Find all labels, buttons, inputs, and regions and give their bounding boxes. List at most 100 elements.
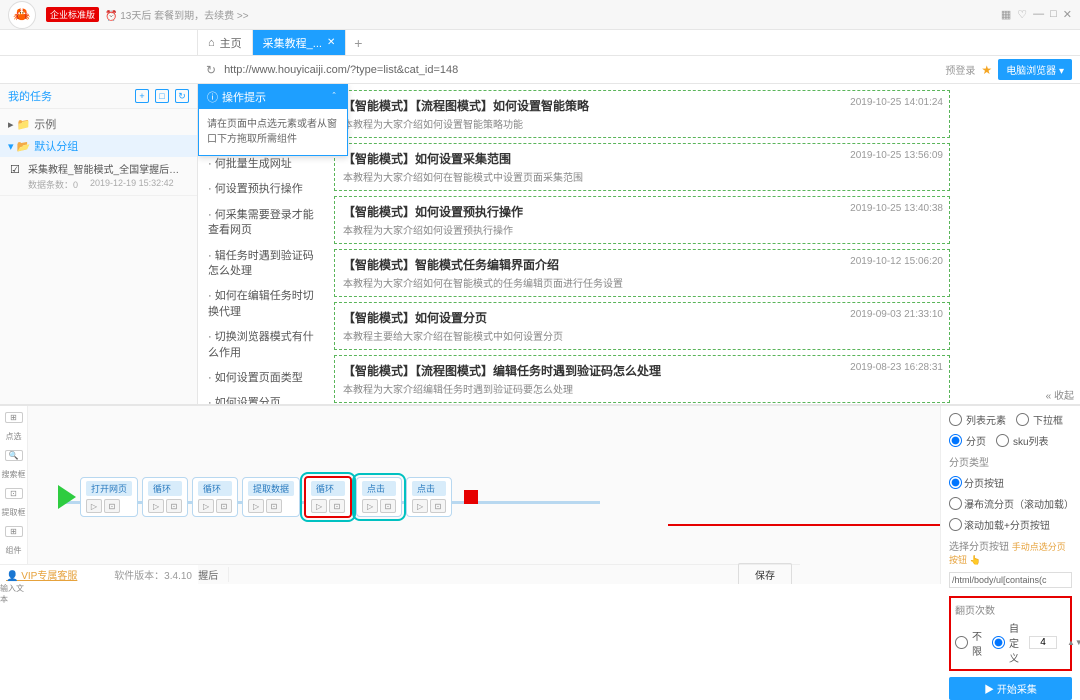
tip-close-icon[interactable]: ＾: [329, 90, 339, 105]
tree-group[interactable]: ▾ 📂 默认分组: [0, 135, 197, 157]
result-item[interactable]: 【智能模式】智能模式任务编辑界面介绍本教程为大家介绍如何在智能模式的任务编辑页面…: [334, 249, 950, 297]
toolbar-btn[interactable]: ⊞: [5, 412, 23, 423]
result-list: 【智能模式】【流程图模式】如何设置智能策略本教程为大家介绍如何设置智能策略功能2…: [328, 84, 1080, 404]
opt-sku[interactable]: sku列表: [996, 433, 1049, 448]
tip-popover: ⓘ操作提示＾ 请在页面中点选元素或者从窗口下方拖取所需组件: [198, 84, 348, 156]
guide-item[interactable]: · 何采集需要登录才能查看网页: [198, 203, 328, 244]
result-desc: 本教程为大家介绍编辑任务时遇到验证码要怎么处理: [343, 381, 941, 396]
section-select-btn: 选择分页按钮 手动点选分页按钮 👆: [949, 538, 1072, 566]
result-desc: 本教程主要给大家介绍在智能模式中如何设置分页: [343, 328, 941, 343]
tab-home[interactable]: ⌂ 主页: [198, 30, 253, 55]
flow-node[interactable]: 点击▷⊡: [356, 477, 402, 517]
result-timestamp: 2019-10-25 14:01:24: [850, 97, 943, 108]
result-desc: 本教程为大家介绍如何在智能模式中设置页面采集范围: [343, 169, 941, 184]
guide-item[interactable]: · 切换浏览器模式有什么作用: [198, 325, 328, 366]
result-timestamp: 2019-10-12 15:06:20: [850, 256, 943, 267]
radio-unlimited[interactable]: 不限: [955, 628, 982, 658]
main-area: ⓘ操作提示＾ 请在页面中点选元素或者从窗口下方拖取所需组件 · 何批量生成网址·…: [198, 84, 1080, 404]
radio-waterfall[interactable]: 瀑布流分页（滚动加载）: [949, 496, 1072, 511]
flow-node[interactable]: 提取数据▷⊡: [242, 477, 300, 517]
opt-list[interactable]: 列表元素: [949, 412, 1006, 427]
task-date: 2019-12-19 15:32:42: [90, 178, 174, 191]
tree-root[interactable]: ▸ 📁 示例: [0, 113, 197, 135]
radio-scroll-plus[interactable]: 滚动加载+分页按钮: [949, 517, 1072, 532]
opt-dropdown[interactable]: 下拉框: [1016, 412, 1063, 427]
toolbar-btn[interactable]: 🔍: [5, 450, 23, 461]
flow-node[interactable]: 打开网页▷⊡: [80, 477, 138, 517]
footer: 👤 VIP专属客服 软件版本：3.4.10: [0, 564, 198, 584]
radio-custom[interactable]: 自定义: [992, 620, 1019, 665]
result-timestamp: 2019-08-23 16:28:31: [850, 362, 943, 373]
tab-home-label: 主页: [220, 35, 242, 51]
result-item[interactable]: 【智能模式】【流程图模式】编辑任务时遇到验证码怎么处理本教程为大家介绍编辑任务时…: [334, 355, 950, 403]
flow-node[interactable]: 循环▷⊡: [304, 476, 352, 518]
collapse-toggle[interactable]: « 收起: [1046, 387, 1074, 402]
sidebar-refresh-icon[interactable]: ↻: [175, 89, 189, 103]
result-timestamp: 2019-10-25 13:40:38: [850, 203, 943, 214]
flow-editor: ⊞点选🔍搜索框⊡提取框⊞组件↗输入文本 打开网页▷⊡循环▷⊡循环▷⊡提取数据▷⊡…: [0, 404, 1080, 584]
result-item[interactable]: 【智能模式】如何设置预执行操作本教程为大家介绍如何设置预执行操作2019-10-…: [334, 196, 950, 244]
sidebar: 我的任务 + □ ↻ ▸ 📁 示例 ▾ 📂 默认分组 ☑ 采集教程_智能模式_全…: [0, 84, 198, 404]
tip-title: 操作提示: [222, 89, 266, 105]
flow-properties-panel: 列表元素 下拉框 分页 sku列表 分页类型 分页按钮 瀑布流分页（滚动加载） …: [940, 406, 1080, 584]
opt-pagination[interactable]: 分页: [949, 433, 986, 448]
toolbar-btn[interactable]: ⊞: [5, 526, 23, 537]
flow-start-icon[interactable]: [58, 485, 76, 509]
url-bar: ↻ 预登录 ★ 电脑浏览器 ▾: [0, 56, 1080, 84]
guide-item[interactable]: · 何设置预执行操作: [198, 177, 328, 202]
flow-node[interactable]: 循环▷⊡: [192, 477, 238, 517]
refresh-icon[interactable]: ↻: [206, 63, 216, 77]
page-count-box: 翻页次数 不限 自定义 ▲▼: [949, 596, 1072, 671]
maximize-icon[interactable]: □: [1050, 8, 1057, 21]
window-controls: ▦ ♡ — □ ✕: [1001, 8, 1072, 21]
bookmark-icon[interactable]: ★: [981, 63, 992, 77]
tab-active[interactable]: 采集教程_... ✕: [253, 30, 347, 55]
task-check[interactable]: ☑: [10, 163, 20, 176]
guide-item[interactable]: · 辑任务时遇到验证码怎么处理: [198, 244, 328, 285]
grid-icon[interactable]: ▦: [1001, 8, 1011, 21]
result-item[interactable]: 【智能模式】如何设置采集范围本教程为大家介绍如何在智能模式中设置页面采集范围20…: [334, 143, 950, 191]
result-desc: 本教程为大家介绍如何设置智能策略功能: [343, 116, 941, 131]
selection-arrow: [668, 524, 940, 526]
result-desc: 本教程为大家介绍如何设置预执行操作: [343, 222, 941, 237]
app-logo: 🦀: [8, 1, 36, 29]
sidebar-folder-icon[interactable]: □: [155, 89, 169, 103]
browser-mode-button[interactable]: 电脑浏览器 ▾: [998, 59, 1072, 80]
expire-notice[interactable]: ⏰ 13天后 套餐到期，去续费 >>: [105, 7, 249, 22]
guide-list: ⓘ操作提示＾ 请在页面中点选元素或者从窗口下方拖取所需组件 · 何批量生成网址·…: [198, 84, 328, 404]
result-item[interactable]: 【智能模式】【流程图模式】如何设置智能策略本教程为大家介绍如何设置智能策略功能2…: [334, 90, 950, 138]
result-desc: 本教程为大家介绍如何在智能模式的任务编辑页面进行任务设置: [343, 275, 941, 290]
page-count-input[interactable]: [1029, 636, 1057, 649]
close-icon[interactable]: ✕: [1063, 8, 1072, 21]
flow-end-icon[interactable]: [464, 490, 478, 504]
fav-icon[interactable]: ♡: [1017, 8, 1027, 21]
tab-active-label: 采集教程_...: [263, 35, 322, 51]
result-timestamp: 2019-10-25 13:56:09: [850, 150, 943, 161]
toolbar-btn[interactable]: ⊡: [5, 488, 23, 499]
guide-item[interactable]: · 如何设置分页: [198, 391, 328, 404]
sidebar-header: 我的任务 + □ ↻: [0, 84, 197, 109]
sidebar-add-icon[interactable]: +: [135, 89, 149, 103]
prelogin-button[interactable]: 预登录: [945, 62, 975, 77]
vip-support-link[interactable]: 👤 VIP专属客服: [6, 567, 77, 582]
flow-node[interactable]: 点击▷⊡: [406, 477, 452, 517]
tab-close-icon[interactable]: ✕: [327, 37, 335, 48]
result-item[interactable]: 【智能模式】如何设置分页本教程主要给大家介绍在智能模式中如何设置分页2019-0…: [334, 302, 950, 350]
tab-add[interactable]: +: [346, 30, 370, 55]
flow-toolbar: ⊞点选🔍搜索框⊡提取框⊞组件↗输入文本: [0, 406, 28, 584]
flow-canvas[interactable]: 打开网页▷⊡循环▷⊡循环▷⊡提取数据▷⊡循环▷⊡点击▷⊡点击▷⊡ 1. 采集教程…: [28, 406, 940, 584]
section-page-count: 翻页次数: [955, 602, 1066, 617]
minimize-icon[interactable]: —: [1033, 8, 1044, 21]
tab-strip: ⌂ 主页 采集教程_... ✕ +: [0, 30, 1080, 56]
guide-item[interactable]: · 如何设置页面类型: [198, 366, 328, 391]
radio-page-button[interactable]: 分页按钮: [949, 475, 1072, 490]
start-collect-button[interactable]: ▶ 开始采集: [949, 677, 1072, 700]
save-button[interactable]: 保存: [738, 563, 792, 584]
url-input[interactable]: [224, 64, 937, 76]
edition-badge: 企业标准版: [46, 7, 99, 22]
flow-node[interactable]: 循环▷⊡: [142, 477, 188, 517]
task-item[interactable]: ☑ 采集教程_智能模式_全国掌握后羿采集器的... 数据条数：0 2019-12…: [0, 157, 197, 196]
task-tree: ▸ 📁 示例 ▾ 📂 默认分组 ☑ 采集教程_智能模式_全国掌握后羿采集器的..…: [0, 109, 197, 200]
guide-item[interactable]: · 如何在编辑任务时切换代理: [198, 284, 328, 325]
xpath-input[interactable]: [949, 572, 1072, 588]
